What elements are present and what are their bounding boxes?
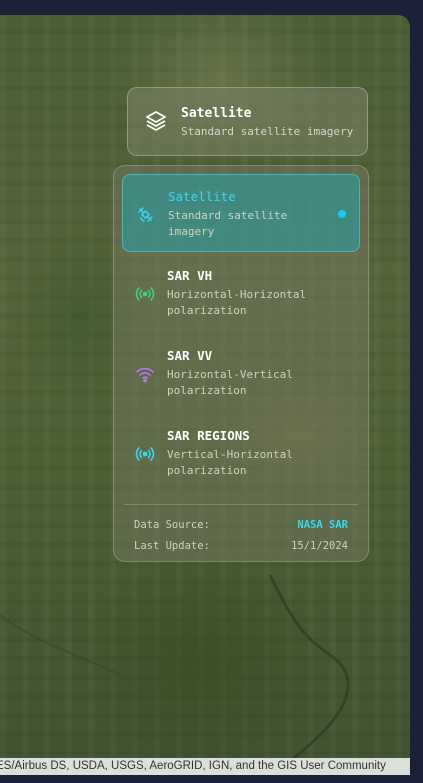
layer-option-sar-regions[interactable]: SAR REGIONS Vertical-Horizontal polariza…: [122, 414, 360, 492]
layer-options-panel: Satellite Standard satellite imagery SAR…: [113, 165, 369, 562]
layer-option-sar-vv[interactable]: SAR VV Horizontal-Vertical polarization: [122, 334, 360, 412]
current-layer-subtitle: Standard satellite imagery: [181, 125, 354, 138]
wifi-icon: [136, 367, 154, 383]
active-indicator: [338, 210, 346, 218]
data-source-row: Data Source: NASA SAR: [134, 519, 348, 531]
data-source-label: Data Source:: [134, 519, 210, 531]
current-layer-title: Satellite: [181, 106, 252, 121]
layer-option-title: SAR REGIONS: [167, 428, 250, 443]
panel-divider: [124, 504, 358, 505]
layer-option-title: Satellite: [168, 189, 236, 204]
layer-option-title: SAR VV: [167, 348, 213, 363]
last-update-value: 15/1/2024: [291, 540, 348, 552]
last-update-label: Last Update:: [134, 540, 210, 552]
layer-option-subtitle: Standard satellite imagery: [168, 209, 288, 238]
last-update-row: Last Update: 15/1/2024: [134, 540, 348, 552]
layer-option-satellite[interactable]: Satellite Standard satellite imagery: [122, 174, 360, 252]
layer-switcher-button[interactable]: Satellite Standard satellite imagery: [127, 87, 368, 156]
layer-option-sar-vh[interactable]: SAR VH Horizontal-Horizontal polarizatio…: [122, 254, 360, 332]
layers-icon: [146, 111, 166, 131]
radio-icon: [135, 447, 155, 461]
map-attribution: ES/Airbus DS, USDA, USGS, AeroGRID, IGN,…: [0, 758, 410, 775]
layer-option-title: SAR VH: [167, 268, 213, 283]
satellite-icon: [138, 207, 153, 222]
data-source-value: NASA SAR: [297, 519, 348, 531]
layer-option-subtitle: Vertical-Horizontal polarization: [167, 448, 293, 477]
layer-option-subtitle: Horizontal-Vertical polarization: [167, 368, 293, 397]
layer-option-subtitle: Horizontal-Horizontal polarization: [167, 288, 307, 317]
broadcast-icon: [135, 287, 155, 301]
